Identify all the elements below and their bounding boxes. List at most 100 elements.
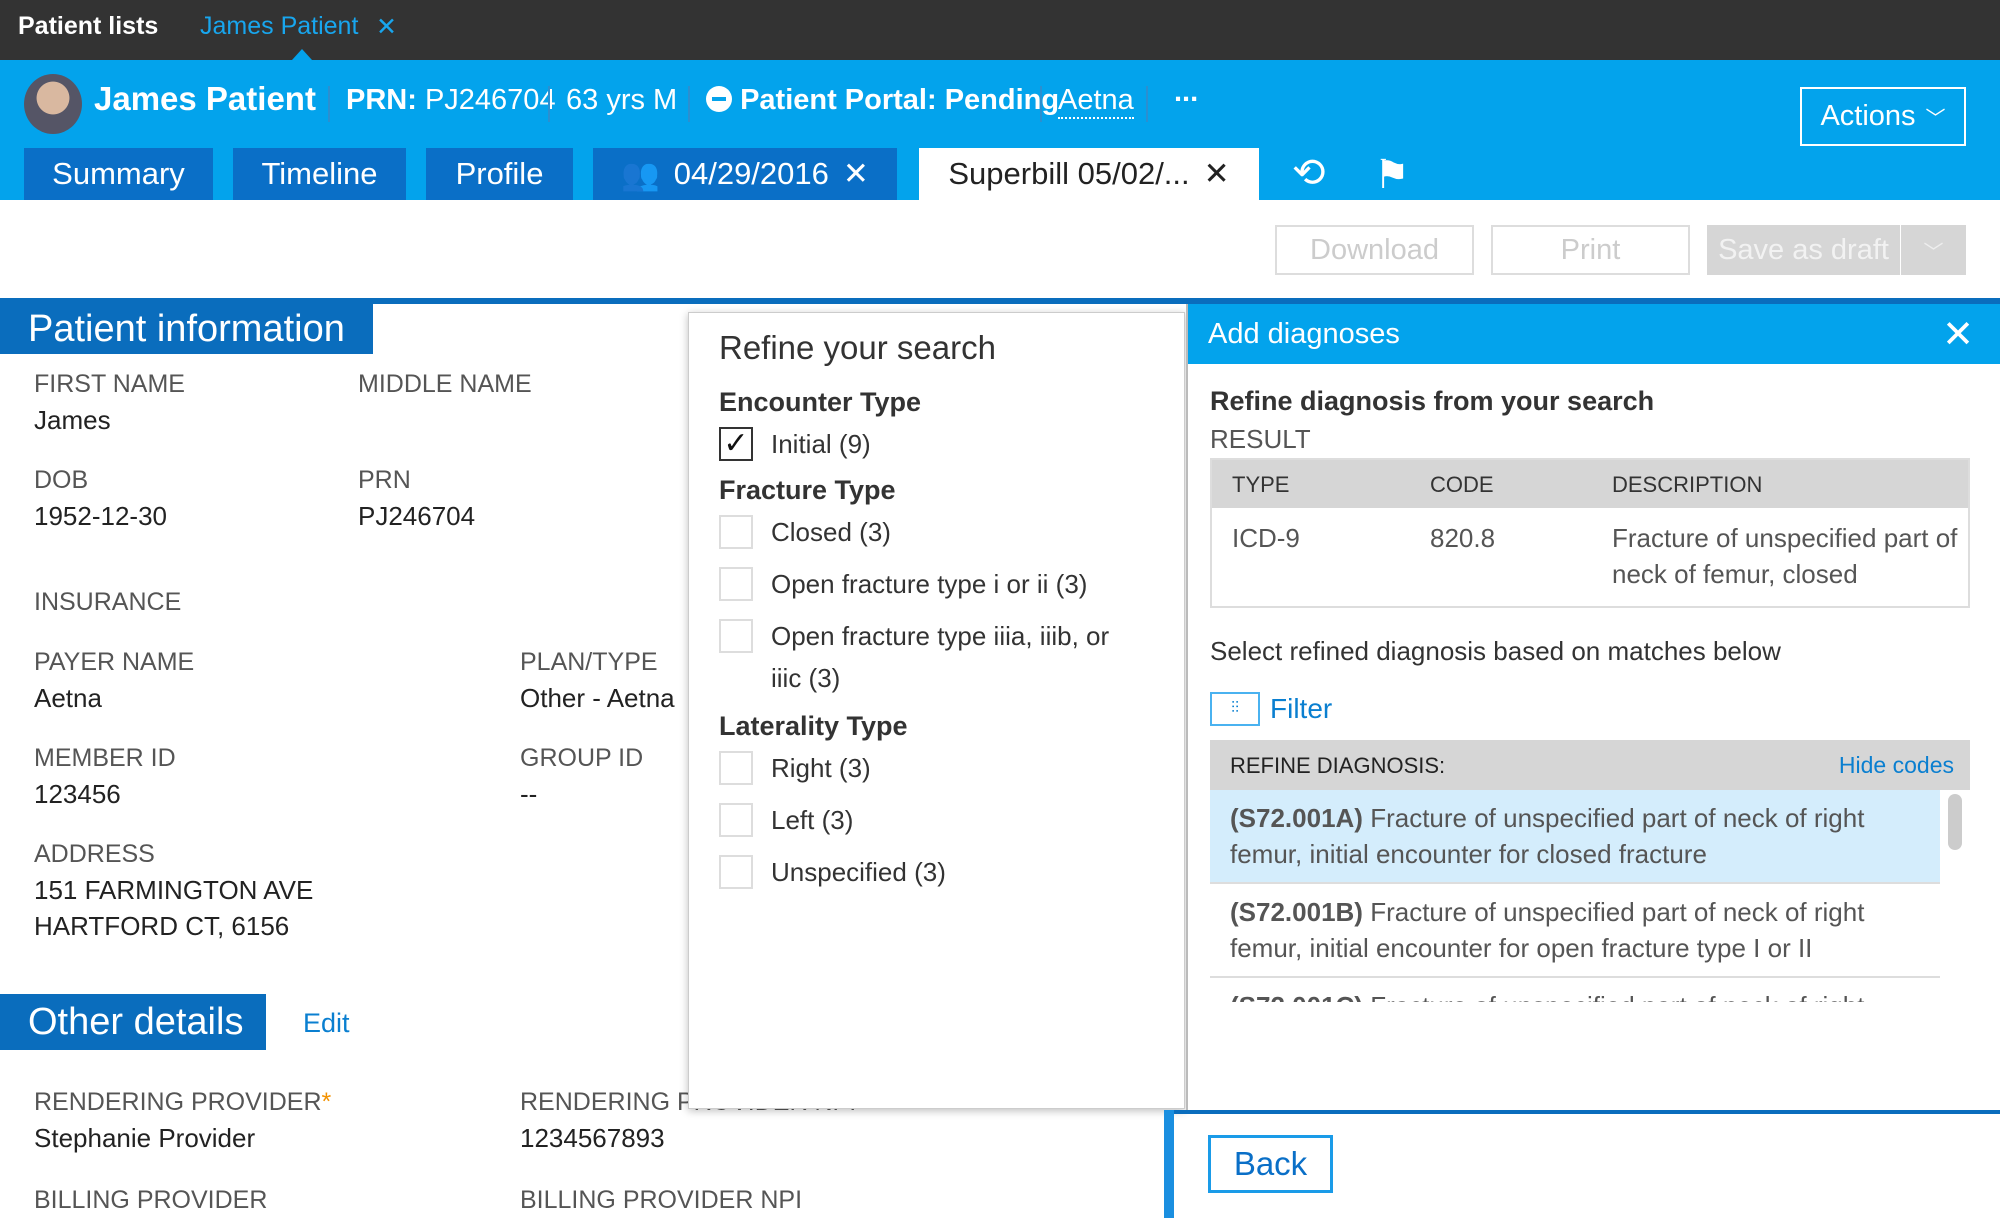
checkbox-right[interactable]: Right (3)	[719, 747, 871, 789]
option-label: Unspecified (3)	[771, 857, 946, 887]
diagnosis-code: (S72.001B)	[1230, 897, 1363, 927]
rendering-provider-label: RENDERING PROVIDER*	[34, 1088, 331, 1117]
filter-label: Filter	[1270, 693, 1333, 724]
option-label: Open fracture type iiia, iiib, or iiic (…	[771, 621, 1110, 693]
list-item[interactable]: (S72.001B) Fracture of unspecified part …	[1210, 884, 1940, 978]
actions-button[interactable]: Actions ﹀	[1800, 87, 1966, 146]
checkbox-closed[interactable]: Closed (3)	[719, 511, 891, 553]
filter-title: Refine your search	[719, 329, 996, 366]
refine-search-popover: Refine your search Encounter Type ✓ Initi…	[688, 312, 1185, 1109]
avatar	[24, 74, 82, 134]
age-sex: 63 yrs M	[566, 84, 678, 116]
middle-name-label: MIDDLE NAME	[358, 370, 532, 398]
tab-label: 04/29/2016	[673, 156, 829, 191]
refine-list: (S72.001A) Fracture of unspecified part …	[1210, 790, 1970, 1002]
diagnosis-code: (S72.001C)	[1230, 991, 1363, 1002]
insurance-label: INSURANCE	[34, 588, 182, 616]
checkbox[interactable]	[719, 619, 753, 653]
diagnoses-header: Add diagnoses ✕	[1188, 304, 2000, 364]
add-diagnoses-panel: Add diagnoses ✕ Refine diagnosis from yo…	[1186, 304, 2000, 1112]
option-label: Left (3)	[771, 805, 854, 835]
payer-name-label: PAYER NAME	[34, 648, 195, 676]
edit-link[interactable]: Edit	[303, 1008, 350, 1039]
checkbox[interactable]	[719, 567, 753, 601]
result-table: TYPE CODE DESCRIPTION ICD-9 820.8 Fractu…	[1210, 458, 1970, 608]
flag-icon[interactable]: ⚑	[1374, 152, 1410, 198]
checkbox-open-i-ii[interactable]: Open fracture type i or ii (3)	[719, 563, 1087, 605]
tab-encounter[interactable]: 👥 04/29/2016 ✕	[593, 148, 897, 200]
patient-info-title: Patient information	[0, 304, 373, 354]
checkbox-left[interactable]: Left (3)	[719, 799, 853, 841]
refine-header-label: REFINE DIAGNOSIS:	[1230, 753, 1446, 778]
group-id-label: GROUP ID	[520, 744, 644, 772]
sliders-icon: ⫶⫶	[1210, 692, 1260, 726]
close-icon[interactable]: ✕	[376, 12, 397, 42]
dob-label: DOB	[34, 466, 89, 494]
checkbox[interactable]	[719, 751, 753, 785]
minus-circle-icon	[706, 86, 732, 112]
hide-codes-link[interactable]: Hide codes	[1839, 752, 1954, 779]
col-type: TYPE	[1232, 472, 1290, 497]
close-icon[interactable]: ✕	[843, 156, 869, 192]
fracture-type-heading: Fracture Type	[719, 475, 896, 505]
download-button[interactable]: Download	[1275, 225, 1474, 275]
checkbox[interactable]	[719, 855, 753, 889]
close-icon[interactable]: ✕	[1204, 156, 1230, 192]
dob-value: 1952-12-30	[34, 501, 167, 531]
portal-text: Patient Portal: Pending	[740, 84, 1060, 116]
result-header-row: TYPE CODE DESCRIPTION	[1212, 460, 1968, 508]
checkbox-open-iii[interactable]: Open fracture type iiia, iiib, or iiic (…	[719, 615, 1139, 699]
tab-summary[interactable]: Summary	[24, 148, 213, 200]
member-id-value: 123456	[34, 779, 121, 809]
laterality-type-heading: Laterality Type	[719, 711, 908, 741]
insurance-link[interactable]: Aetna	[1058, 84, 1134, 119]
print-button[interactable]: Print	[1491, 225, 1690, 275]
prn: PRN: PJ246704	[346, 84, 556, 117]
back-button[interactable]: Back	[1208, 1135, 1333, 1193]
save-draft-button[interactable]: Save as draft	[1707, 225, 1900, 275]
plan-type-value: Other - Aetna	[520, 683, 675, 713]
save-options-chevron-icon[interactable]: ﹀	[1901, 225, 1966, 275]
refine-subtitle: Refine diagnosis from your search	[1210, 386, 1655, 416]
select-instructions: Select refined diagnosis based on matche…	[1210, 636, 1781, 666]
scrollbar[interactable]	[1948, 794, 1962, 850]
checkbox[interactable]	[719, 803, 753, 837]
result-label: RESULT	[1210, 424, 1311, 454]
checkbox[interactable]	[719, 515, 753, 549]
tab-label: Superbill 05/02/...	[948, 156, 1190, 191]
address-line1: 151 FARMINGTON AVE	[34, 875, 314, 905]
history-icon[interactable]: ⟲	[1292, 150, 1326, 196]
prn-value: PJ246704	[358, 501, 476, 531]
tab-timeline[interactable]: Timeline	[233, 148, 406, 200]
result-type: ICD-9	[1232, 523, 1300, 553]
filter-button[interactable]: ⫶⫶ Filter	[1210, 692, 1332, 726]
panel-edge	[1164, 1110, 1174, 1218]
more-button[interactable]: ...	[1174, 76, 1198, 109]
tab-label: Summary	[52, 156, 185, 191]
label-text: RENDERING PROVIDER	[34, 1088, 322, 1116]
checkbox-initial[interactable]: ✓ Initial (9)	[719, 423, 871, 465]
close-icon[interactable]: ✕	[1942, 312, 1974, 357]
tab-superbill[interactable]: Superbill 05/02/... ✕	[919, 148, 1259, 200]
list-item[interactable]: (S72.001A) Fracture of unspecified part …	[1210, 790, 1940, 884]
list-item[interactable]: (S72.001C) Fracture of unspecified part …	[1210, 978, 1940, 1002]
check-icon[interactable]: ✓	[719, 427, 753, 461]
other-details-title: Other details	[0, 994, 266, 1050]
rendering-provider-value: Stephanie Provider	[34, 1123, 256, 1153]
billing-npi-label: BILLING PROVIDER NPI	[520, 1186, 803, 1214]
divider	[1164, 1110, 2000, 1114]
portal-status: Patient Portal: Pending	[706, 84, 1059, 117]
checkbox-unspecified[interactable]: Unspecified (3)	[719, 851, 946, 893]
people-icon: 👥	[621, 156, 660, 192]
open-patient-tab[interactable]: James Patient	[200, 12, 358, 41]
prn-value: PJ246704	[424, 84, 556, 116]
diagnosis-code: (S72.001A)	[1230, 803, 1363, 833]
active-tab-caret	[292, 49, 312, 60]
tab-profile[interactable]: Profile	[426, 148, 573, 200]
result-description: Fracture of unspecified part of neck of …	[1612, 523, 1958, 589]
first-name-value: James	[34, 405, 111, 435]
plan-type-label: PLAN/TYPE	[520, 648, 658, 676]
rendering-npi-value: 1234567893	[520, 1123, 665, 1153]
patient-lists-link[interactable]: Patient lists	[18, 12, 158, 41]
payer-name-value: Aetna	[34, 683, 102, 713]
